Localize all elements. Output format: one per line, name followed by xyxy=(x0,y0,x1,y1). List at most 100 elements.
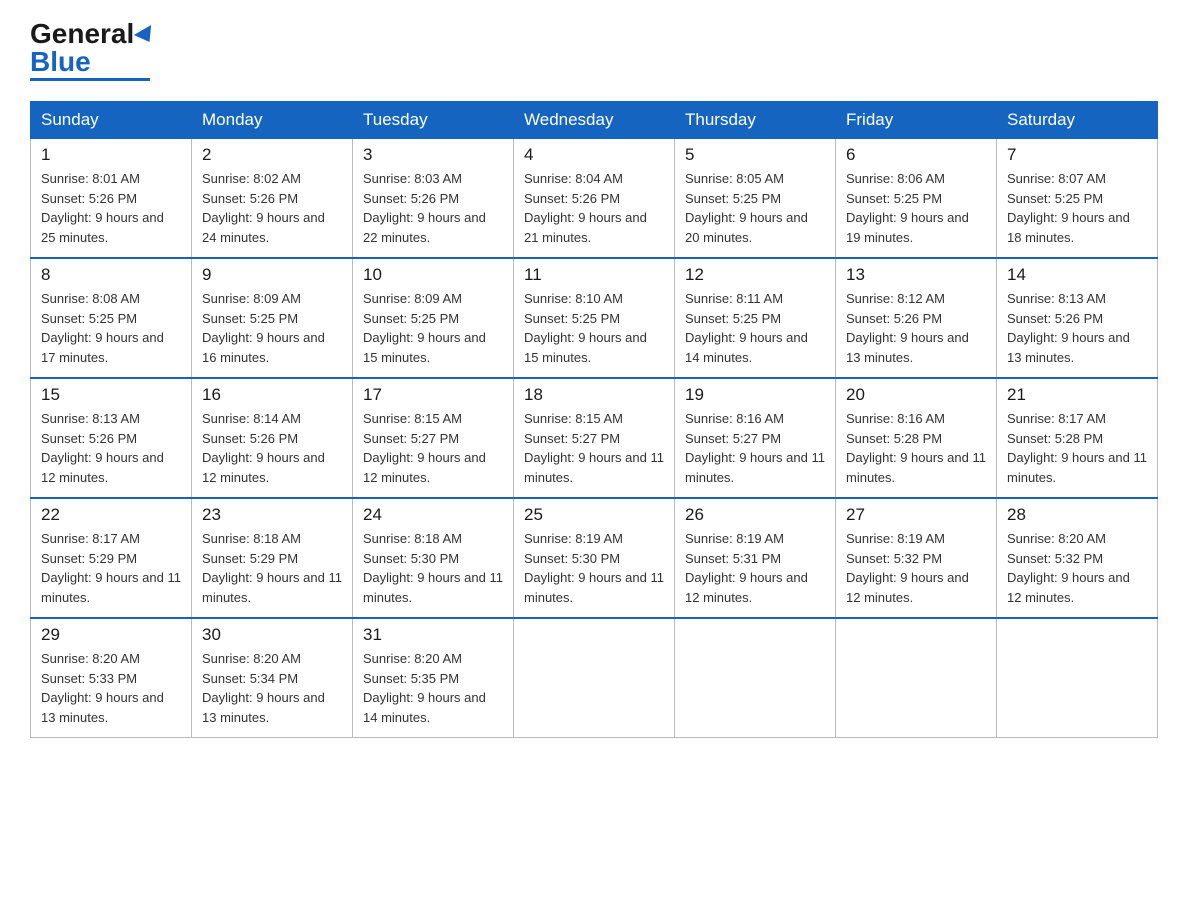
day-info: Sunrise: 8:02 AM Sunset: 5:26 PM Dayligh… xyxy=(202,169,342,247)
logo-text: General Blue xyxy=(30,20,156,76)
calendar-cell: 22 Sunrise: 8:17 AM Sunset: 5:29 PM Dayl… xyxy=(31,498,192,618)
day-number: 7 xyxy=(1007,145,1147,165)
weekday-header-wednesday: Wednesday xyxy=(514,102,675,139)
day-info: Sunrise: 8:16 AM Sunset: 5:27 PM Dayligh… xyxy=(685,409,825,487)
calendar-cell: 5 Sunrise: 8:05 AM Sunset: 5:25 PM Dayli… xyxy=(675,139,836,259)
day-number: 8 xyxy=(41,265,181,285)
day-number: 23 xyxy=(202,505,342,525)
day-number: 15 xyxy=(41,385,181,405)
day-info: Sunrise: 8:20 AM Sunset: 5:34 PM Dayligh… xyxy=(202,649,342,727)
weekday-header-thursday: Thursday xyxy=(675,102,836,139)
calendar-cell: 26 Sunrise: 8:19 AM Sunset: 5:31 PM Dayl… xyxy=(675,498,836,618)
calendar-cell: 11 Sunrise: 8:10 AM Sunset: 5:25 PM Dayl… xyxy=(514,258,675,378)
day-info: Sunrise: 8:19 AM Sunset: 5:31 PM Dayligh… xyxy=(685,529,825,607)
day-number: 10 xyxy=(363,265,503,285)
day-number: 18 xyxy=(524,385,664,405)
calendar-cell xyxy=(997,618,1158,738)
day-number: 31 xyxy=(363,625,503,645)
calendar-cell: 1 Sunrise: 8:01 AM Sunset: 5:26 PM Dayli… xyxy=(31,139,192,259)
day-info: Sunrise: 8:01 AM Sunset: 5:26 PM Dayligh… xyxy=(41,169,181,247)
day-number: 2 xyxy=(202,145,342,165)
calendar-cell: 7 Sunrise: 8:07 AM Sunset: 5:25 PM Dayli… xyxy=(997,139,1158,259)
day-info: Sunrise: 8:18 AM Sunset: 5:30 PM Dayligh… xyxy=(363,529,503,607)
day-info: Sunrise: 8:13 AM Sunset: 5:26 PM Dayligh… xyxy=(1007,289,1147,367)
calendar-cell xyxy=(836,618,997,738)
calendar-cell: 4 Sunrise: 8:04 AM Sunset: 5:26 PM Dayli… xyxy=(514,139,675,259)
day-number: 30 xyxy=(202,625,342,645)
logo: General Blue xyxy=(30,20,156,81)
day-info: Sunrise: 8:04 AM Sunset: 5:26 PM Dayligh… xyxy=(524,169,664,247)
day-info: Sunrise: 8:03 AM Sunset: 5:26 PM Dayligh… xyxy=(363,169,503,247)
calendar-cell: 19 Sunrise: 8:16 AM Sunset: 5:27 PM Dayl… xyxy=(675,378,836,498)
day-info: Sunrise: 8:17 AM Sunset: 5:28 PM Dayligh… xyxy=(1007,409,1147,487)
calendar-cell: 27 Sunrise: 8:19 AM Sunset: 5:32 PM Dayl… xyxy=(836,498,997,618)
calendar-week-4: 22 Sunrise: 8:17 AM Sunset: 5:29 PM Dayl… xyxy=(31,498,1158,618)
day-info: Sunrise: 8:20 AM Sunset: 5:33 PM Dayligh… xyxy=(41,649,181,727)
day-number: 5 xyxy=(685,145,825,165)
day-info: Sunrise: 8:17 AM Sunset: 5:29 PM Dayligh… xyxy=(41,529,181,607)
day-number: 24 xyxy=(363,505,503,525)
day-number: 1 xyxy=(41,145,181,165)
calendar-cell: 18 Sunrise: 8:15 AM Sunset: 5:27 PM Dayl… xyxy=(514,378,675,498)
calendar-cell: 30 Sunrise: 8:20 AM Sunset: 5:34 PM Dayl… xyxy=(192,618,353,738)
calendar-cell: 2 Sunrise: 8:02 AM Sunset: 5:26 PM Dayli… xyxy=(192,139,353,259)
calendar-cell: 15 Sunrise: 8:13 AM Sunset: 5:26 PM Dayl… xyxy=(31,378,192,498)
day-info: Sunrise: 8:20 AM Sunset: 5:32 PM Dayligh… xyxy=(1007,529,1147,607)
calendar-cell: 8 Sunrise: 8:08 AM Sunset: 5:25 PM Dayli… xyxy=(31,258,192,378)
calendar-week-3: 15 Sunrise: 8:13 AM Sunset: 5:26 PM Dayl… xyxy=(31,378,1158,498)
calendar-cell: 10 Sunrise: 8:09 AM Sunset: 5:25 PM Dayl… xyxy=(353,258,514,378)
day-number: 19 xyxy=(685,385,825,405)
day-number: 14 xyxy=(1007,265,1147,285)
calendar-cell: 31 Sunrise: 8:20 AM Sunset: 5:35 PM Dayl… xyxy=(353,618,514,738)
day-number: 27 xyxy=(846,505,986,525)
calendar-cell: 16 Sunrise: 8:14 AM Sunset: 5:26 PM Dayl… xyxy=(192,378,353,498)
calendar-cell: 13 Sunrise: 8:12 AM Sunset: 5:26 PM Dayl… xyxy=(836,258,997,378)
day-number: 25 xyxy=(524,505,664,525)
weekday-header-monday: Monday xyxy=(192,102,353,139)
calendar-cell: 25 Sunrise: 8:19 AM Sunset: 5:30 PM Dayl… xyxy=(514,498,675,618)
day-number: 4 xyxy=(524,145,664,165)
calendar-cell xyxy=(675,618,836,738)
day-info: Sunrise: 8:16 AM Sunset: 5:28 PM Dayligh… xyxy=(846,409,986,487)
day-number: 28 xyxy=(1007,505,1147,525)
calendar-cell: 20 Sunrise: 8:16 AM Sunset: 5:28 PM Dayl… xyxy=(836,378,997,498)
logo-triangle-icon xyxy=(134,25,158,47)
calendar-cell: 6 Sunrise: 8:06 AM Sunset: 5:25 PM Dayli… xyxy=(836,139,997,259)
day-info: Sunrise: 8:05 AM Sunset: 5:25 PM Dayligh… xyxy=(685,169,825,247)
day-number: 3 xyxy=(363,145,503,165)
day-number: 13 xyxy=(846,265,986,285)
day-number: 26 xyxy=(685,505,825,525)
day-number: 17 xyxy=(363,385,503,405)
weekday-header-friday: Friday xyxy=(836,102,997,139)
calendar-cell xyxy=(514,618,675,738)
weekday-header-row: SundayMondayTuesdayWednesdayThursdayFrid… xyxy=(31,102,1158,139)
calendar-cell: 28 Sunrise: 8:20 AM Sunset: 5:32 PM Dayl… xyxy=(997,498,1158,618)
logo-general: General xyxy=(30,18,134,49)
day-number: 9 xyxy=(202,265,342,285)
calendar-cell: 3 Sunrise: 8:03 AM Sunset: 5:26 PM Dayli… xyxy=(353,139,514,259)
day-info: Sunrise: 8:12 AM Sunset: 5:26 PM Dayligh… xyxy=(846,289,986,367)
calendar-cell: 29 Sunrise: 8:20 AM Sunset: 5:33 PM Dayl… xyxy=(31,618,192,738)
day-info: Sunrise: 8:13 AM Sunset: 5:26 PM Dayligh… xyxy=(41,409,181,487)
day-info: Sunrise: 8:10 AM Sunset: 5:25 PM Dayligh… xyxy=(524,289,664,367)
day-info: Sunrise: 8:18 AM Sunset: 5:29 PM Dayligh… xyxy=(202,529,342,607)
day-info: Sunrise: 8:11 AM Sunset: 5:25 PM Dayligh… xyxy=(685,289,825,367)
day-info: Sunrise: 8:08 AM Sunset: 5:25 PM Dayligh… xyxy=(41,289,181,367)
day-info: Sunrise: 8:15 AM Sunset: 5:27 PM Dayligh… xyxy=(524,409,664,487)
day-number: 29 xyxy=(41,625,181,645)
page-header: General Blue xyxy=(30,20,1158,81)
day-info: Sunrise: 8:06 AM Sunset: 5:25 PM Dayligh… xyxy=(846,169,986,247)
logo-blue: Blue xyxy=(30,46,91,77)
day-info: Sunrise: 8:09 AM Sunset: 5:25 PM Dayligh… xyxy=(363,289,503,367)
calendar-cell: 23 Sunrise: 8:18 AM Sunset: 5:29 PM Dayl… xyxy=(192,498,353,618)
day-info: Sunrise: 8:07 AM Sunset: 5:25 PM Dayligh… xyxy=(1007,169,1147,247)
calendar-week-5: 29 Sunrise: 8:20 AM Sunset: 5:33 PM Dayl… xyxy=(31,618,1158,738)
calendar-week-2: 8 Sunrise: 8:08 AM Sunset: 5:25 PM Dayli… xyxy=(31,258,1158,378)
weekday-header-tuesday: Tuesday xyxy=(353,102,514,139)
calendar-cell: 9 Sunrise: 8:09 AM Sunset: 5:25 PM Dayli… xyxy=(192,258,353,378)
day-info: Sunrise: 8:19 AM Sunset: 5:30 PM Dayligh… xyxy=(524,529,664,607)
day-number: 12 xyxy=(685,265,825,285)
day-info: Sunrise: 8:15 AM Sunset: 5:27 PM Dayligh… xyxy=(363,409,503,487)
calendar-cell: 14 Sunrise: 8:13 AM Sunset: 5:26 PM Dayl… xyxy=(997,258,1158,378)
day-number: 22 xyxy=(41,505,181,525)
